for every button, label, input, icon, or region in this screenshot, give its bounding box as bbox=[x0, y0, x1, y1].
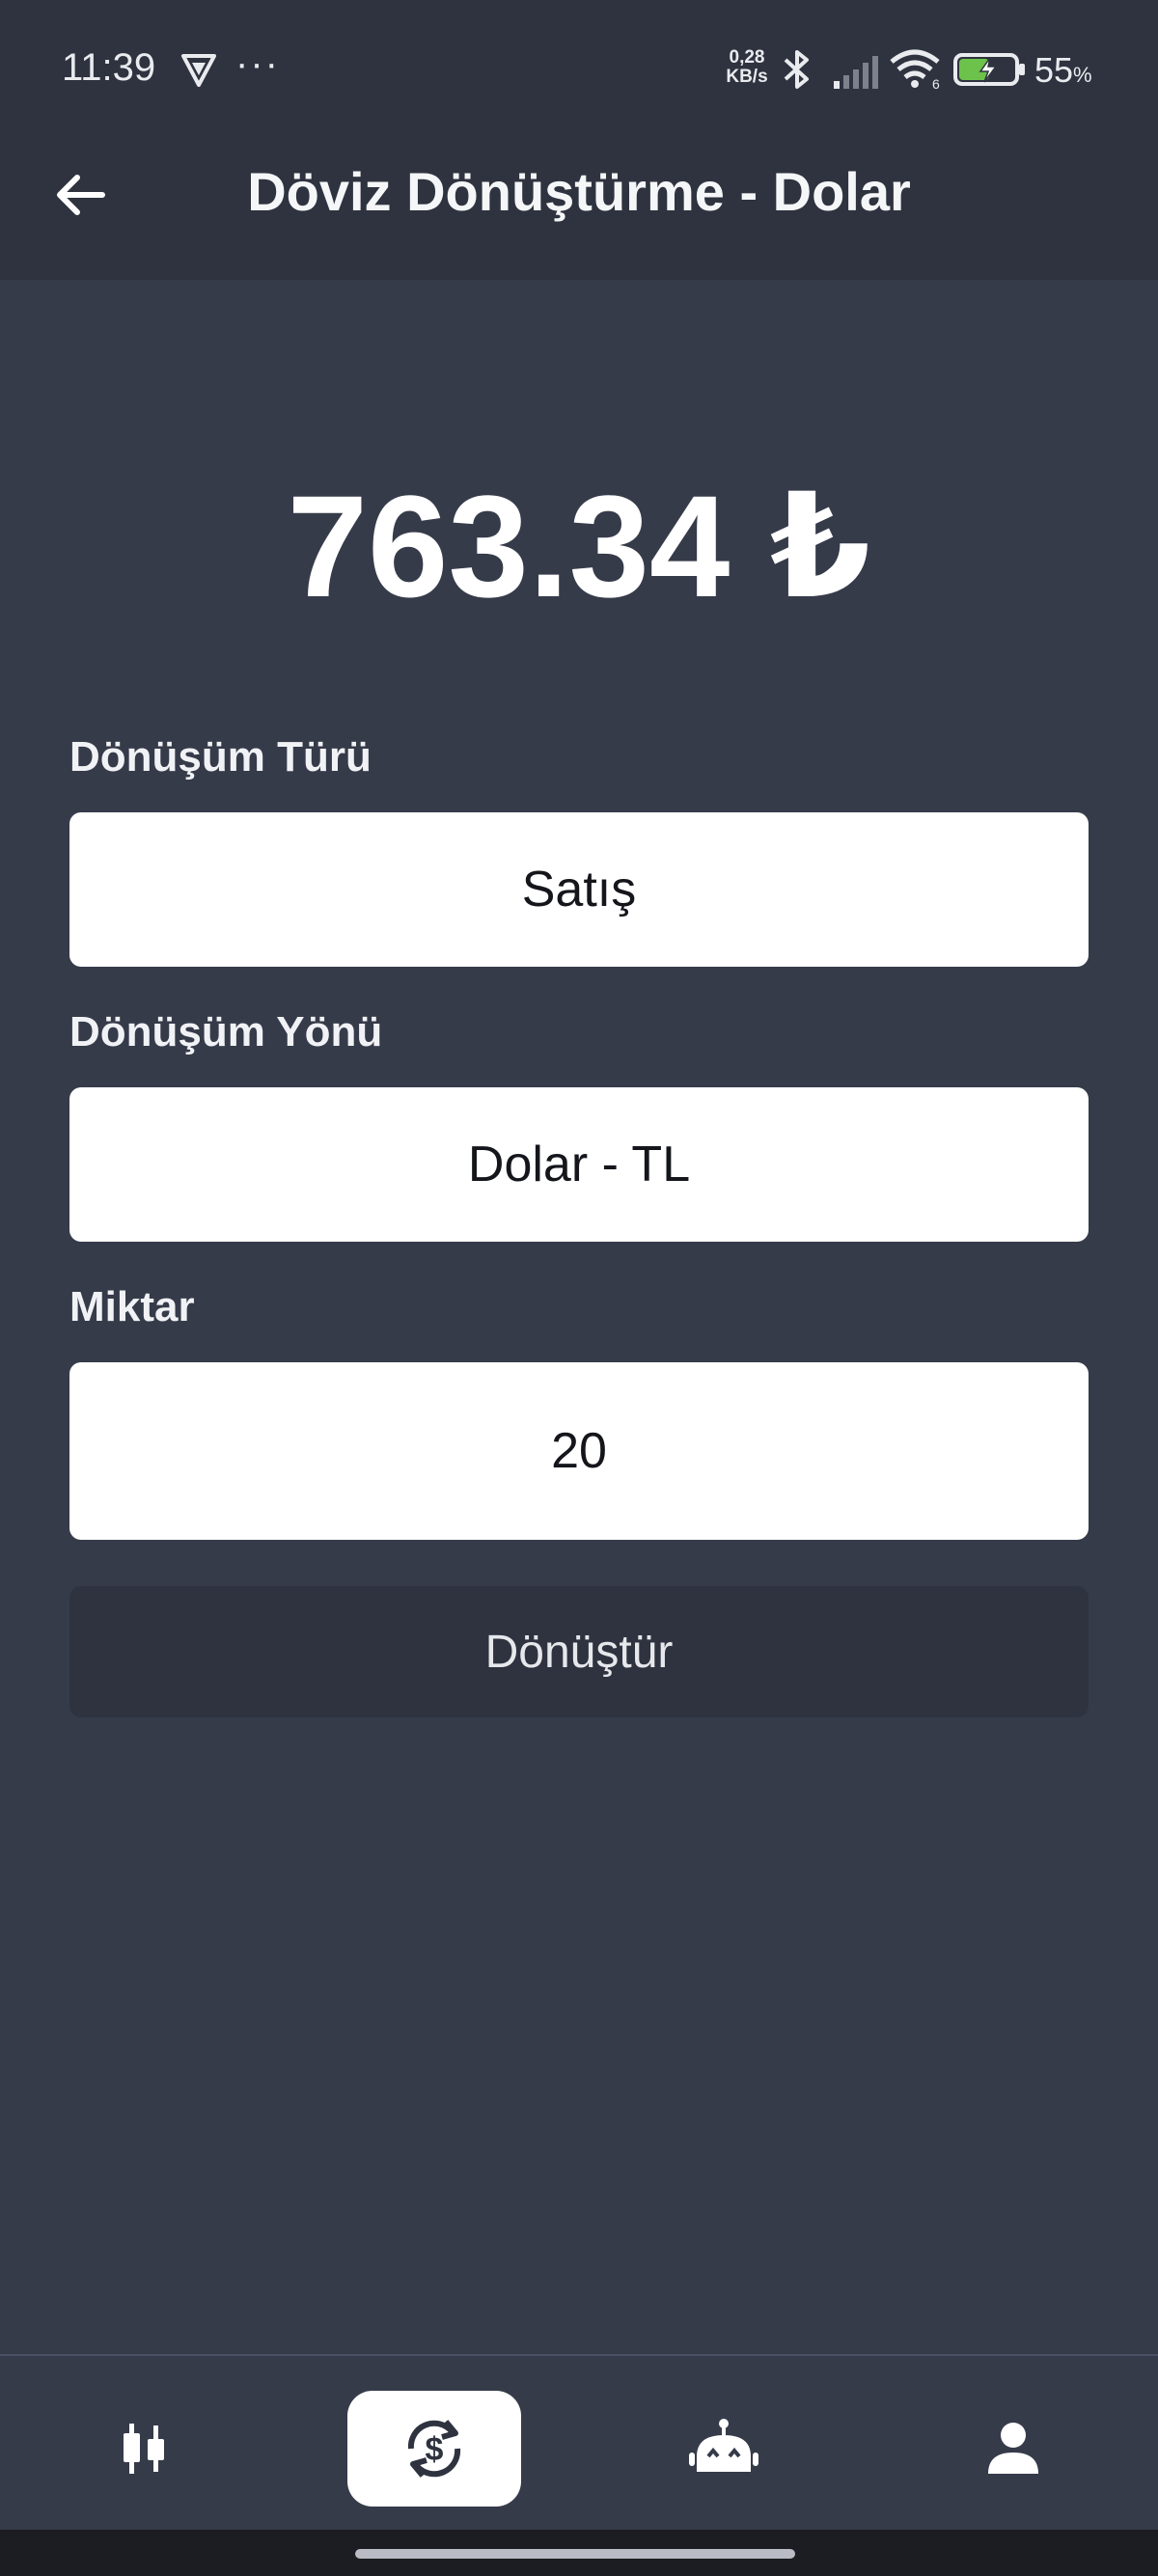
status-bar: 11:39 ··· 0,28 KB/s 6 55% bbox=[0, 0, 1158, 135]
gesture-bar bbox=[0, 2530, 1158, 2576]
currency-exchange-icon: $ bbox=[407, 2420, 461, 2478]
net-speed: 0,28 KB/s bbox=[722, 48, 772, 87]
battery-percent: 55% bbox=[1034, 50, 1092, 90]
conversion-direction-select[interactable]: Dolar - TL bbox=[69, 1087, 1089, 1242]
convert-button[interactable]: Dönüştür bbox=[69, 1586, 1089, 1717]
nav-item-profile[interactable] bbox=[926, 2391, 1100, 2507]
robot-icon bbox=[689, 2419, 758, 2472]
conversion-direction-label: Dönüşüm Yönü bbox=[69, 1008, 383, 1055]
candlestick-chart-icon bbox=[124, 2424, 164, 2474]
user-icon bbox=[988, 2423, 1038, 2474]
nav-item-converter[interactable]: $ bbox=[347, 2391, 521, 2507]
net-speed-value: 0,28 bbox=[729, 47, 765, 68]
amount-input[interactable]: 20 bbox=[69, 1362, 1089, 1540]
signal-icon bbox=[834, 56, 878, 89]
nav-item-markets[interactable] bbox=[58, 2391, 232, 2507]
status-time: 11:39 bbox=[62, 46, 156, 89]
nav-item-assistant[interactable] bbox=[637, 2391, 811, 2507]
amount-label: Miktar bbox=[69, 1283, 195, 1330]
bluetooth-icon bbox=[784, 50, 809, 89]
vpn-icon bbox=[181, 54, 216, 87]
svg-text:$: $ bbox=[426, 2431, 444, 2468]
top-bar: 11:39 ··· 0,28 KB/s 6 55% Döviz Dönüştür… bbox=[0, 0, 1158, 280]
wifi-icon: 6 bbox=[890, 49, 940, 91]
wifi-badge: 6 bbox=[932, 76, 940, 91]
conversion-type-label: Dönüşüm Türü bbox=[69, 733, 372, 781]
page-title: Döviz Dönüştürme - Dolar bbox=[247, 161, 911, 222]
conversion-result: 763.34 ₺ bbox=[287, 465, 871, 627]
home-indicator[interactable] bbox=[355, 2549, 795, 2559]
more-notifications-icon: ··· bbox=[235, 42, 280, 85]
bottom-navigation: $ bbox=[0, 2354, 1158, 2530]
battery-charging-icon bbox=[953, 53, 1025, 86]
conversion-type-select[interactable]: Satış bbox=[69, 812, 1089, 967]
net-speed-unit: KB/s bbox=[726, 67, 768, 87]
